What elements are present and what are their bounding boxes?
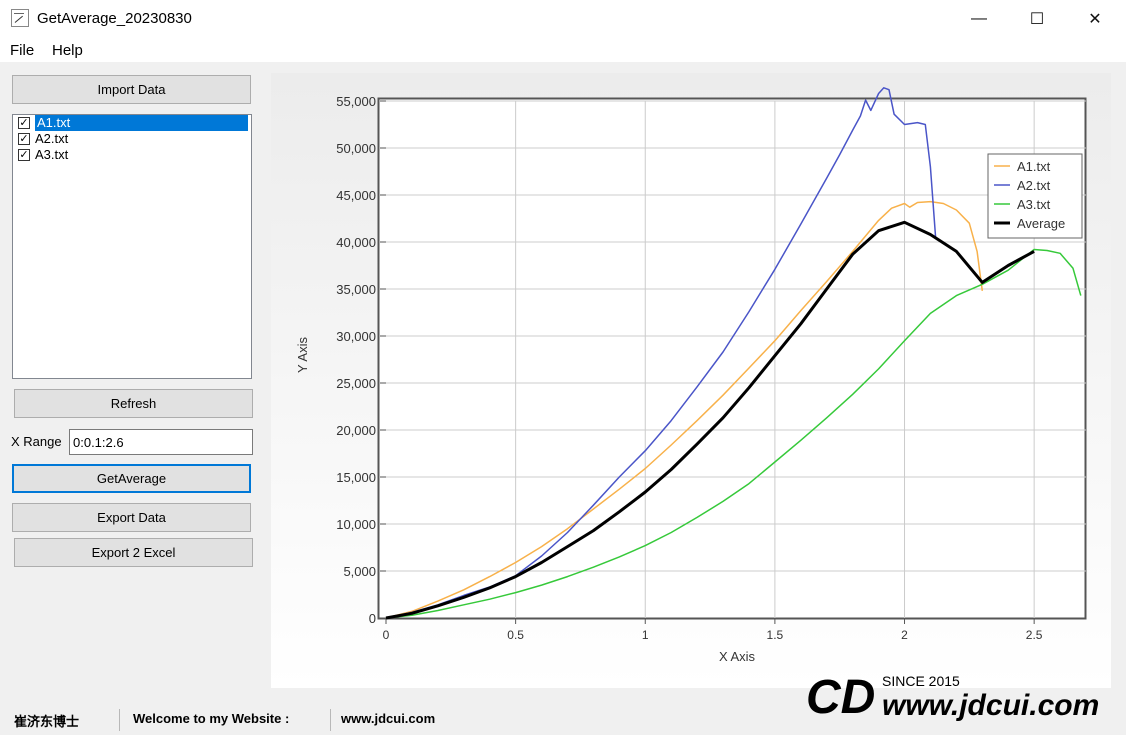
y-tick-label: 55,000: [336, 94, 376, 109]
y-tick-label: 5,000: [343, 564, 376, 579]
y-tick-label: 20,000: [336, 423, 376, 438]
title-bar: GetAverage_20230830 — ☐ ✕: [0, 0, 1126, 38]
logo-mark: CD: [806, 671, 875, 724]
y-tick-label: 10,000: [336, 517, 376, 532]
file-list[interactable]: ✓ A1.txt ✓ A2.txt ✓ A3.txt: [12, 114, 252, 379]
chart-panel: 0 0.5 1 1.5 2 2.5 0 5,000 10,000 15,000 20,000 25,…: [271, 73, 1111, 688]
y-tick-label: 45,000: [336, 188, 376, 203]
line-chart: 0 0.5 1 1.5 2 2.5 0 5,000 10,000 15,000 20,000 25,…: [295, 87, 1087, 664]
xrange-input[interactable]: [69, 429, 253, 455]
x-tick-label: 0.5: [507, 628, 524, 642]
close-button[interactable]: ✕: [1066, 0, 1124, 38]
legend-label: A1.txt: [1017, 159, 1051, 174]
menu-help[interactable]: Help: [52, 42, 83, 59]
x-tick-label: 1.5: [767, 628, 784, 642]
watermark-logo: CD SINCE 2015 www.jdcui.com: [806, 671, 1099, 724]
y-tick-label: 40,000: [336, 235, 376, 250]
x-tick-label: 0: [383, 628, 390, 642]
plot-area: [377, 97, 1087, 620]
window-title: GetAverage_20230830: [37, 10, 192, 27]
legend-label: A2.txt: [1017, 178, 1051, 193]
export-excel-button[interactable]: Export 2 Excel: [14, 538, 253, 567]
y-tick-label: 25,000: [336, 376, 376, 391]
x-tick-label: 2.5: [1026, 628, 1043, 642]
list-item[interactable]: ✓ A1.txt: [13, 115, 251, 131]
checkbox[interactable]: ✓: [18, 117, 30, 129]
minimize-button[interactable]: —: [950, 0, 1008, 38]
list-item-label: A1.txt: [35, 115, 248, 131]
website-link[interactable]: www.jdcui.com: [341, 711, 435, 726]
legend-label: A3.txt: [1017, 197, 1051, 212]
refresh-button[interactable]: Refresh: [14, 389, 253, 418]
y-tick-label: 50,000: [336, 141, 376, 156]
menu-bar: File Help: [0, 38, 1126, 62]
checkbox[interactable]: ✓: [18, 133, 30, 145]
y-tick-label: 15,000: [336, 470, 376, 485]
welcome-text: Welcome to my Website :: [133, 711, 290, 726]
status-divider: [330, 709, 331, 731]
x-axis-label: X Axis: [719, 649, 756, 664]
checkbox[interactable]: ✓: [18, 149, 30, 161]
x-tick-label: 1: [642, 628, 649, 642]
xrange-label: X Range: [11, 434, 62, 449]
x-tick-label: 2: [901, 628, 908, 642]
legend-label: Average: [1017, 216, 1065, 231]
list-item[interactable]: ✓ A3.txt: [13, 147, 251, 163]
y-tick-label: 30,000: [336, 329, 376, 344]
y-tick-label: 35,000: [336, 282, 376, 297]
status-divider: [119, 709, 120, 731]
author-name: 崔济东博士: [14, 714, 80, 729]
getaverage-button[interactable]: GetAverage: [12, 464, 251, 493]
watermark-since: SINCE 2015: [882, 673, 960, 689]
y-axis-label: Y Axis: [295, 337, 310, 373]
watermark-url: www.jdcui.com: [882, 689, 1099, 722]
y-tick-label: 0: [369, 611, 376, 626]
import-data-button[interactable]: Import Data: [12, 75, 251, 104]
chart-legend: A1.txt A2.txt A3.txt Average: [987, 153, 1083, 239]
menu-file[interactable]: File: [10, 42, 34, 59]
list-item-label: A2.txt: [35, 131, 69, 146]
app-icon: [11, 9, 29, 27]
list-item-label: A3.txt: [35, 147, 69, 162]
export-data-button[interactable]: Export Data: [12, 503, 251, 532]
maximize-button[interactable]: ☐: [1008, 0, 1066, 38]
list-item[interactable]: ✓ A2.txt: [13, 131, 251, 147]
